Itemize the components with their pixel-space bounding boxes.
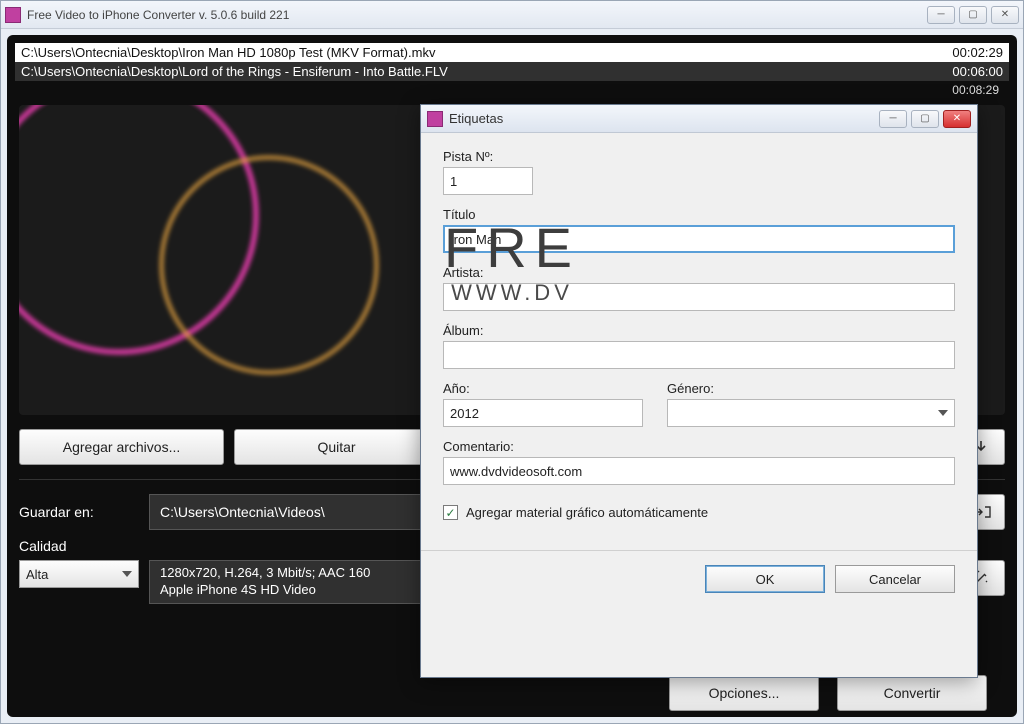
decorative-circle [159,155,379,375]
track-label: Pista Nº: [443,149,533,164]
dialog-buttons: OK Cancelar [443,565,955,593]
year-label: Año: [443,381,643,396]
close-button[interactable]: ✕ [991,6,1019,24]
genre-select[interactable] [667,399,955,427]
year-input[interactable] [443,399,643,427]
quality-selected: Alta [26,567,48,582]
app-icon [5,7,21,23]
main-title: Free Video to iPhone Converter v. 5.0.6 … [27,8,927,22]
quality-label: Calidad [19,538,139,554]
cancel-button[interactable]: Cancelar [835,565,955,593]
ok-button[interactable]: OK [705,565,825,593]
file-duration: 00:02:29 [952,45,1003,60]
convert-button[interactable]: Convertir [837,675,987,711]
auto-artwork-row: ✓ Agregar material gráfico automáticamen… [443,505,955,520]
brand-sub: WWW.DV [444,280,580,306]
comment-label: Comentario: [443,439,955,454]
file-duration: 00:06:00 [952,64,1003,79]
chevron-down-icon [122,571,132,577]
remove-button[interactable]: Quitar [234,429,439,465]
dialog-minimize-button[interactable]: ─ [879,110,907,128]
dialog-separator [421,550,977,551]
album-input[interactable] [443,341,955,369]
maximize-button[interactable]: ▢ [959,6,987,24]
dialog-titlebar: Etiquetas ─ ▢ ✕ [421,105,977,133]
minimize-button[interactable]: ─ [927,6,955,24]
tags-dialog: Etiquetas ─ ▢ ✕ Pista Nº: Título Artista… [420,104,978,678]
file-row[interactable]: C:\Users\Ontecnia\Desktop\Lord of the Ri… [15,62,1009,81]
genre-label: Género: [667,381,955,396]
dialog-body: Pista Nº: Título Artista: Álbum: Año: Gé… [421,133,977,605]
app-icon [427,111,443,127]
quality-select[interactable]: Alta [19,560,139,588]
brand-big: FRE [444,215,580,280]
track-input[interactable] [443,167,533,195]
dialog-maximize-button[interactable]: ▢ [911,110,939,128]
add-files-button[interactable]: Agregar archivos... [19,429,224,465]
main-titlebar: Free Video to iPhone Converter v. 5.0.6 … [1,1,1023,29]
dialog-close-button[interactable]: ✕ [943,110,971,128]
file-path: C:\Users\Ontecnia\Desktop\Lord of the Ri… [21,64,448,79]
auto-artwork-label: Agregar material gráfico automáticamente [466,505,708,520]
file-path: C:\Users\Ontecnia\Desktop\Iron Man HD 10… [21,45,435,60]
options-button[interactable]: Opciones... [669,675,819,711]
chevron-down-icon [938,410,948,416]
save-label: Guardar en: [19,504,139,520]
album-label: Álbum: [443,323,955,338]
brand-watermark: FRE WWW.DV [444,215,580,306]
total-duration: 00:08:29 [15,81,1009,99]
auto-artwork-checkbox[interactable]: ✓ [443,505,458,520]
comment-input[interactable] [443,457,955,485]
file-row[interactable]: C:\Users\Ontecnia\Desktop\Iron Man HD 10… [15,43,1009,62]
bottom-buttons: Opciones... Convertir [669,675,987,711]
dialog-title: Etiquetas [449,111,879,126]
